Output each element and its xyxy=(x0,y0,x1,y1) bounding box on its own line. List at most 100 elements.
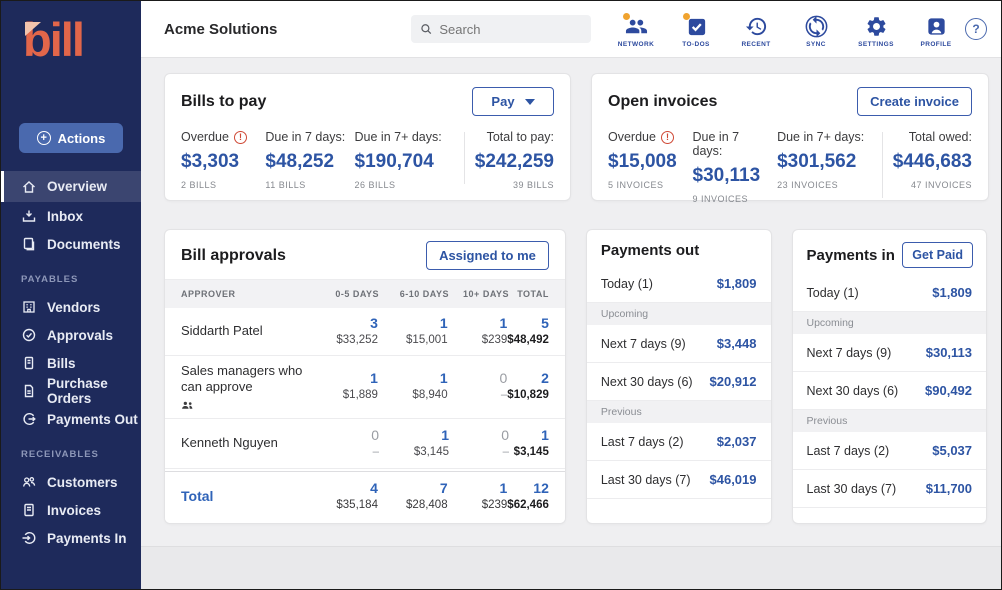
assigned-to-me-button[interactable]: Assigned to me xyxy=(426,241,549,270)
stat-label: Due in 7 days: xyxy=(693,130,770,158)
sidebar-item-overview[interactable]: Overview xyxy=(1,171,141,202)
stat-value[interactable]: $301,562 xyxy=(777,151,872,173)
profile-button[interactable]: PROFILE xyxy=(913,11,959,48)
stat-overdue: Overdue! $3,303 2 BILLS xyxy=(181,130,265,190)
count: 4 xyxy=(370,480,378,497)
search-box[interactable] xyxy=(411,15,591,43)
period-label: Next 7 days (9) xyxy=(601,337,686,351)
notification-dot xyxy=(683,13,690,20)
list-item: Last 30 days (7) $46,019 xyxy=(587,461,771,499)
stat-sub: 9 INVOICES xyxy=(693,194,770,204)
amount-link[interactable]: $1,809 xyxy=(717,276,757,291)
vertical-divider xyxy=(464,132,465,184)
count: 0 xyxy=(501,427,509,444)
period-label: Last 7 days (2) xyxy=(601,435,684,449)
pay-button-label: Pay xyxy=(491,94,514,109)
amount-link[interactable]: $1,809 xyxy=(932,285,972,300)
list-item: Next 30 days (6) $90,492 xyxy=(793,372,987,410)
sidebar-item-payments-out[interactable]: Payments Out xyxy=(1,405,141,433)
amount-link[interactable]: $11,700 xyxy=(926,481,972,496)
count: 0 xyxy=(371,427,379,444)
stat-value[interactable]: $15,008 xyxy=(608,151,685,173)
approver-name: Sales managers who can approve xyxy=(181,363,318,396)
amount-link[interactable]: $30,113 xyxy=(926,345,972,360)
footer-strip xyxy=(141,546,1001,589)
amount: $1,889 xyxy=(343,387,378,403)
total-label[interactable]: Total xyxy=(181,488,318,506)
bill-logo[interactable]: bill xyxy=(1,1,141,75)
stat-due-7plus: Due in 7+ days: $190,704 26 BILLS xyxy=(355,130,462,190)
count: 2 xyxy=(541,370,549,387)
sidebar-item-label: Payments In xyxy=(47,531,127,546)
network-button[interactable]: NETWORK xyxy=(613,11,659,48)
list-item: Next 7 days (9) $3,448 xyxy=(587,325,771,363)
create-invoice-button[interactable]: Create invoice xyxy=(857,87,972,116)
sync-button[interactable]: SYNC xyxy=(793,11,839,48)
list-item: Today (1) $1,809 xyxy=(587,265,771,303)
sidebar-item-label: Vendors xyxy=(47,300,100,315)
search-input[interactable] xyxy=(439,22,582,37)
list-item: Last 7 days (2) $2,037 xyxy=(587,423,771,461)
amount-link[interactable]: $20,912 xyxy=(710,374,757,389)
stat-value[interactable]: $190,704 xyxy=(355,151,454,173)
top-bar: Acme Solutions NETWORK TO-DOS RECENT xyxy=(141,1,1001,58)
stat-value[interactable]: $242,259 xyxy=(475,151,554,173)
stat-due-7: Due in 7 days: $48,252 11 BILLS xyxy=(265,130,354,190)
stat-overdue: Overdue! $15,008 5 INVOICES xyxy=(608,130,693,204)
sync-label: SYNC xyxy=(806,41,826,48)
stat-value[interactable]: $446,683 xyxy=(893,151,972,173)
actions-button[interactable]: + Actions xyxy=(19,123,123,153)
table-row[interactable]: Siddarth Patel 3$33,252 1$15,001 1$239 5… xyxy=(165,308,565,356)
bill-approvals-card: Bill approvals Assigned to me APPROVER 0… xyxy=(164,229,566,524)
profile-label: PROFILE xyxy=(921,41,952,48)
check-circle-icon xyxy=(21,327,37,343)
bills-to-pay-card: Bills to pay Pay Overdue! $3,303 2 BILLS… xyxy=(164,73,571,201)
amount-link[interactable]: $90,492 xyxy=(925,383,972,398)
sidebar-item-documents[interactable]: Documents xyxy=(1,230,141,258)
stat-sub: 23 INVOICES xyxy=(777,180,872,190)
amount: $239 xyxy=(482,497,508,513)
column-header: 6-10 DAYS xyxy=(379,289,449,299)
amount-link[interactable]: $2,037 xyxy=(717,434,757,449)
sidebar-item-payments-in[interactable]: Payments In xyxy=(1,524,141,552)
upcoming-section-header: Upcoming xyxy=(793,312,987,334)
sidebar-item-purchase-orders[interactable]: Purchase Orders xyxy=(1,377,141,405)
stat-value[interactable]: $3,303 xyxy=(181,151,257,173)
amount: $33,252 xyxy=(336,332,378,348)
sidebar-item-approvals[interactable]: Approvals xyxy=(1,321,141,349)
help-button[interactable]: ? xyxy=(965,18,987,40)
amount-link[interactable]: $46,019 xyxy=(710,472,757,487)
recent-button[interactable]: RECENT xyxy=(733,11,779,48)
stat-due-7plus: Due in 7+ days: $301,562 23 INVOICES xyxy=(777,130,880,204)
payments-out-title: Payments out xyxy=(601,242,699,259)
table-row[interactable]: Kenneth Nguyen 0– 1$3,145 0– 1$3,145 xyxy=(165,419,565,469)
open-invoices-title: Open invoices xyxy=(608,93,717,111)
stat-value[interactable]: $30,113 xyxy=(693,165,770,187)
amount-link[interactable]: $5,037 xyxy=(932,443,972,458)
stat-value[interactable]: $48,252 xyxy=(265,151,346,173)
sidebar-item-bills[interactable]: Bills xyxy=(1,349,141,377)
stat-label: Total owed: xyxy=(909,130,972,144)
logo-fold-decoration xyxy=(25,22,41,36)
settings-button[interactable]: SETTINGS xyxy=(853,11,899,48)
sidebar-item-customers[interactable]: Customers xyxy=(1,468,141,496)
previous-section-header: Previous xyxy=(793,410,987,432)
sidebar: bill + Actions Overview Inbox Documents … xyxy=(1,1,141,589)
bills-to-pay-title: Bills to pay xyxy=(181,93,266,111)
amount: $8,940 xyxy=(412,387,447,403)
sidebar-item-vendors[interactable]: Vendors xyxy=(1,293,141,321)
todos-button[interactable]: TO-DOS xyxy=(673,11,719,48)
payments-in-title: Payments in xyxy=(807,247,895,264)
sidebar-item-inbox[interactable]: Inbox xyxy=(1,202,141,230)
table-row[interactable]: Sales managers who can approve 1$1,889 1… xyxy=(165,356,565,419)
approver-name: Siddarth Patel xyxy=(181,323,318,339)
period-label: Last 7 days (2) xyxy=(807,444,890,458)
period-label: Today (1) xyxy=(601,277,653,291)
amount-link[interactable]: $3,448 xyxy=(717,336,757,351)
pay-button[interactable]: Pay xyxy=(472,87,554,116)
sidebar-item-invoices[interactable]: Invoices xyxy=(1,496,141,524)
period-label: Next 7 days (9) xyxy=(807,346,892,360)
list-item: Last 7 days (2) $5,037 xyxy=(793,432,987,470)
get-paid-button[interactable]: Get Paid xyxy=(902,242,973,268)
sidebar-item-label: Bills xyxy=(47,356,76,371)
